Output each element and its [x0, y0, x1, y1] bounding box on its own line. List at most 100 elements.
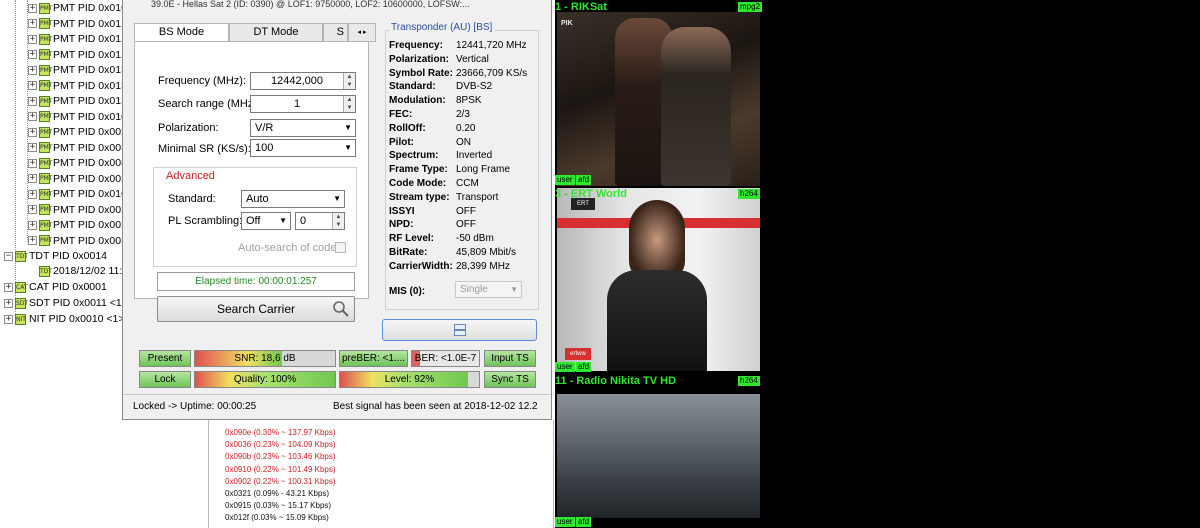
tree-item-pmt[interactable]: + PMT PMT PID 0x008 [28, 155, 125, 171]
minimal-sr-label: Minimal SR (KS/s): [158, 143, 251, 155]
chevron-down-icon: ▼ [344, 143, 352, 152]
tree-item-label: PMT PID 0x012 [53, 48, 125, 61]
expand-icon[interactable]: + [28, 50, 37, 59]
frequency-spinner[interactable]: ▲ ▼ [343, 73, 355, 89]
video-frame-3[interactable] [557, 394, 760, 518]
user-tag-2: user [555, 362, 575, 372]
pmt-icon: PMT [39, 95, 53, 107]
pid-list-item[interactable]: 0x0910 (0.22% ~ 101.49 Kbps) [225, 465, 336, 474]
tree-item-pmt[interactable]: + PMT PMT PID 0x003 [28, 140, 125, 156]
expand-icon[interactable]: + [4, 314, 13, 324]
codec-badge-3: h264 [738, 376, 760, 386]
tree-item-cat[interactable]: + CAT CAT PID 0x0001 [4, 279, 107, 295]
toggle-panel-button[interactable] [382, 319, 537, 341]
afd-tag-2: afd [576, 362, 592, 372]
pid-list-item[interactable]: 0x0036 (0.23% ~ 104.09 Kbps) [225, 440, 336, 449]
tab-scroll-buttons[interactable]: ◂ ▸ [348, 23, 376, 42]
expand-icon[interactable]: + [28, 236, 37, 245]
pid-list-item[interactable]: 0x090e (0.30% ~ 137.97 Kbps) [225, 428, 336, 437]
expand-icon[interactable]: + [28, 34, 37, 44]
tree-item-nit[interactable]: + NIT NIT PID 0x0010 <1> [4, 311, 125, 327]
tree-item-pmt[interactable]: + PMT PMT PID 0x002 [28, 124, 125, 140]
video-frame-1[interactable]: PIK [557, 12, 760, 186]
tree-item-label: PMT PID 0x003 [53, 141, 125, 154]
tree-item-pmt[interactable]: + PMT PMT PID 0x010 [28, 0, 125, 16]
expand-icon[interactable]: + [4, 298, 13, 308]
expand-icon[interactable]: + [28, 3, 37, 13]
expand-icon[interactable]: + [28, 174, 37, 183]
expand-icon[interactable]: + [28, 189, 37, 199]
expand-icon[interactable]: + [28, 127, 37, 137]
pid-list-item[interactable]: 0x0321 (0.09% - 43.21 Kbps) [225, 489, 329, 498]
tree-item-pmt[interactable]: + PMT PMT PID 0x012 [28, 47, 125, 63]
chevron-down-icon: ▼ [279, 216, 287, 225]
tree-item-pmt[interactable]: + PMT PMT PID 0x013 [28, 62, 125, 78]
chevron-down-icon: ▼ [510, 285, 518, 294]
mis-select[interactable]: Single ▼ [455, 281, 522, 298]
pid-bitrate-list[interactable]: 0x090e (0.30% ~ 137.97 Kbps) 0x0036 (0.23… [208, 420, 554, 528]
pid-list-item[interactable]: 0x0915 (0.03% ~ 15.17 Kbps) [225, 501, 331, 510]
tree-line [15, 0, 16, 322]
tree-item-pmt[interactable]: + PMT PMT PID 0x013 [28, 78, 125, 94]
transponder-key: RollOff: [389, 122, 426, 134]
pmt-icon: PMT [39, 157, 53, 169]
transponder-value: 2/3 [456, 109, 470, 120]
dialog-title: 39.0E - Hellas Sat 2 (ID: 0390) @ LOF1: … [151, 0, 470, 9]
expand-icon[interactable]: + [28, 205, 37, 214]
search-range-input[interactable]: 1 ▲ ▼ [250, 95, 356, 113]
tree-item-pmt[interactable]: + PMT PMT PID 0x002 [28, 217, 125, 233]
expand-icon[interactable]: + [28, 112, 37, 121]
search-carrier-button[interactable]: Search Carrier [157, 296, 355, 322]
standard-select[interactable]: Auto ▼ [241, 190, 345, 208]
tree-item-pmt[interactable]: + PMT PMT PID 0x010 [28, 186, 125, 202]
pid-list-item[interactable]: 0x0902 (0.22% ~ 100.31 Kbps) [225, 477, 336, 486]
pl-code-input[interactable]: 0 ▲ ▼ [295, 212, 345, 230]
autosearch-checkbox[interactable] [335, 242, 346, 253]
search-range-spinner[interactable]: ▲ ▼ [343, 96, 355, 112]
snr-text: SNR: 18,6 dB [234, 353, 296, 364]
tree-item-pmt[interactable]: + PMT PMT PID 0x002 [28, 171, 125, 187]
pl-scrambling-select[interactable]: Off ▼ [241, 212, 291, 230]
table-icon: TDT [15, 250, 28, 262]
tab-third[interactable]: S [323, 23, 348, 42]
expand-icon[interactable]: + [28, 220, 37, 230]
expand-icon[interactable]: − [4, 251, 13, 261]
tree-item-pmt[interactable]: + PMT PMT PID 0x002 [28, 202, 125, 218]
empty-area [762, 0, 1200, 528]
pmt-icon: PMT [39, 49, 53, 60]
polarization-select[interactable]: V/R ▼ [250, 119, 356, 137]
pl-code-spinner[interactable]: ▲ ▼ [332, 213, 344, 229]
transponder-key: CarrierWidth: [389, 260, 453, 272]
video-frame-2[interactable]: ertww ERT [557, 188, 760, 371]
tab-bs-mode[interactable]: BS Mode [134, 23, 229, 42]
tree-item-sdt[interactable]: + SDT SDT PID 0x0011 <1 [4, 295, 122, 311]
transponder-search-dialog: 39.0E - Hellas Sat 2 (ID: 0390) @ LOF1: … [122, 0, 552, 420]
transponder-value: ON [456, 136, 471, 148]
expand-icon[interactable]: + [28, 143, 37, 152]
pid-list-item[interactable]: 0x012f (0.03% ~ 15.09 Kbps) [225, 513, 329, 522]
tree-item-label: PMT PID 0x013 [53, 79, 125, 92]
expand-icon[interactable]: + [28, 158, 37, 168]
pid-list-item[interactable]: 0x090b (0.23% ~ 103.46 Kbps) [225, 452, 336, 461]
tree-item-pmt[interactable]: + PMT PMT PID 0x012 [28, 16, 125, 32]
transponder-key: Polarization: [389, 53, 450, 65]
ber-text: BER: <1.0E-7 [414, 353, 477, 364]
expand-icon[interactable]: + [4, 282, 13, 292]
expand-icon[interactable]: + [28, 19, 37, 28]
tree-item-tdt[interactable]: − TDT TDT PID 0x0014 [4, 248, 107, 264]
pid-tree[interactable]: + PMT PMT PID 0x010 + PMT PMT PID 0x012 + PMT PM… [0, 0, 125, 528]
expand-icon[interactable]: + [28, 81, 37, 90]
tab-dt-mode[interactable]: DT Mode [229, 23, 323, 42]
tree-item-pmt[interactable]: + PMT PMT PID 0x012 [28, 31, 125, 47]
tree-item-tdt-date[interactable]: TDT 2018/12/02 11:2 [28, 263, 125, 279]
frequency-input[interactable]: 12442,000 ▲ ▼ [250, 72, 356, 90]
tree-item-pmt[interactable]: + PMT PMT PID 0x003 [28, 233, 125, 249]
expand-icon[interactable]: + [28, 96, 37, 106]
tree-item-pmt[interactable]: + PMT PMT PID 0x010 [28, 109, 125, 125]
frequency-value: 12442,000 [271, 75, 323, 87]
minimal-sr-select[interactable]: 100 ▼ [250, 139, 356, 157]
user-tag-1: user [555, 175, 575, 185]
expand-icon[interactable]: + [28, 65, 37, 75]
tree-item-label: CAT PID 0x0001 [29, 281, 107, 293]
tree-item-pmt[interactable]: + PMT PMT PID 0x013 [28, 93, 125, 109]
